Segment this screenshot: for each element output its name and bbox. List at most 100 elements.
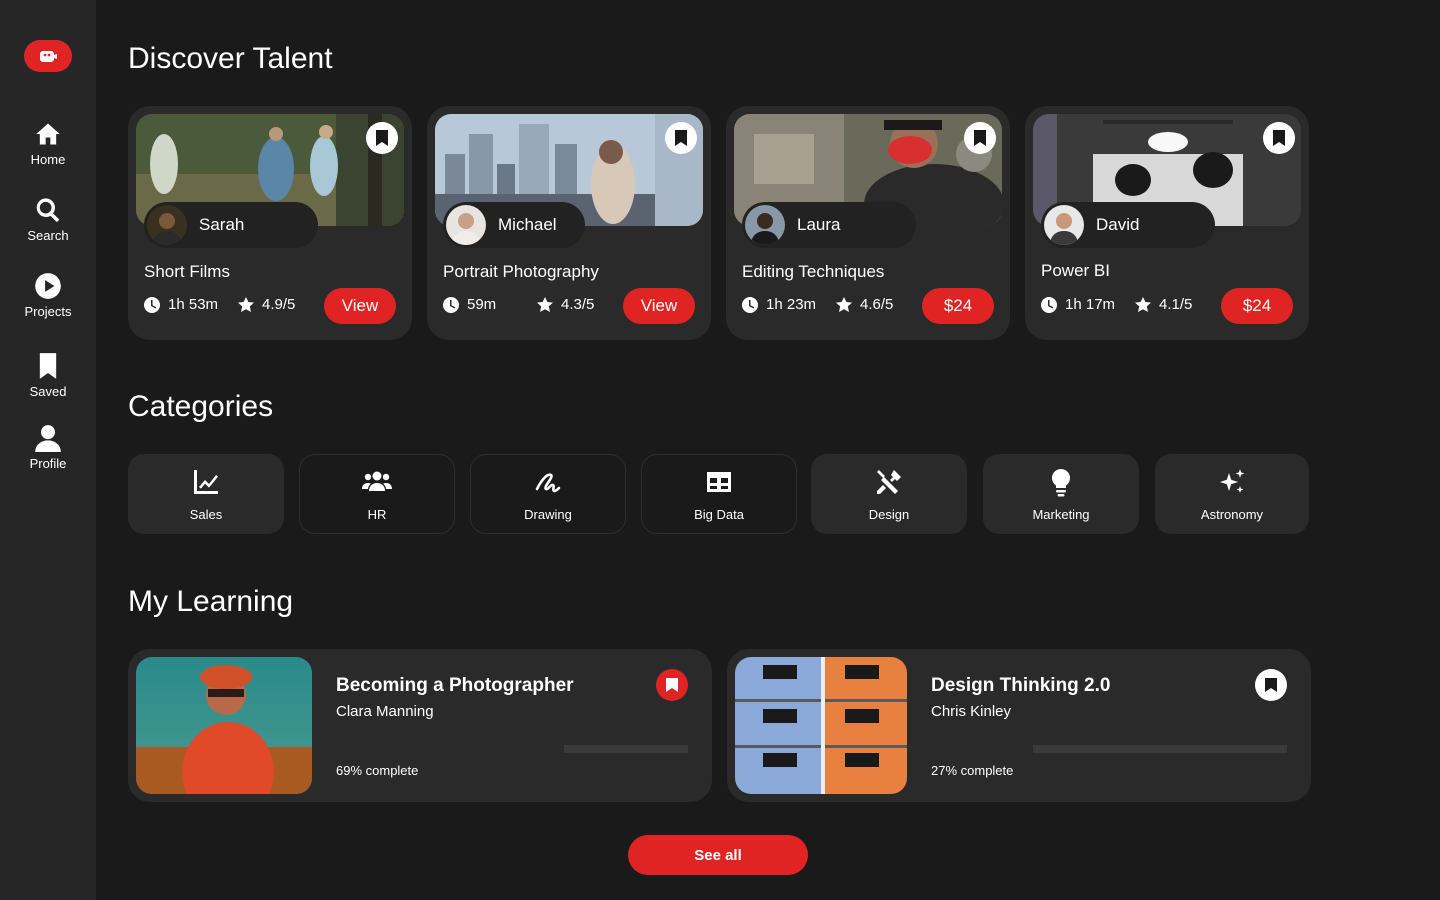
clock-icon (144, 296, 160, 313)
progress-text: 27% complete (931, 763, 1014, 778)
card-title: Portrait Photography (443, 262, 599, 281)
course-title: Design Thinking 2.0 (931, 675, 1111, 696)
author-pill[interactable]: Michael (443, 202, 585, 248)
section-title-discover: Discover Talent (128, 42, 333, 75)
search-icon (36, 198, 60, 223)
author-pill[interactable]: Laura (742, 202, 916, 248)
star-icon (537, 296, 553, 312)
category-design[interactable]: Design (811, 454, 967, 534)
rating-text: 4.6/5 (860, 296, 894, 313)
progress-text: 69% complete (336, 763, 419, 778)
avatar (745, 205, 785, 245)
logo[interactable] (24, 40, 72, 72)
rating-text: 4.9/5 (262, 296, 296, 313)
progress-fill (564, 745, 650, 753)
view-button[interactable]: View (623, 288, 695, 324)
progress-bar (1033, 745, 1287, 753)
talent-card[interactable]: Michael Portrait Photography 59m 4.3/5 V… (427, 106, 711, 340)
rating: 4.6/5 (836, 296, 893, 313)
bookmark-button[interactable] (366, 122, 398, 154)
duration-text: 1h 17m (1065, 296, 1116, 313)
category-label: Big Data (694, 506, 744, 522)
sidebar-item-label: Search (27, 228, 69, 243)
sidebar-item-projects[interactable]: Projects (0, 272, 96, 336)
lightbulb-icon (1051, 468, 1071, 496)
course-author: Clara Manning (336, 703, 434, 720)
card-title: Power BI (1041, 261, 1110, 280)
duration-text: 1h 23m (766, 296, 817, 313)
bookmark-button[interactable] (665, 122, 697, 154)
category-label: Marketing (1032, 506, 1090, 522)
category-sales[interactable]: Sales (128, 454, 284, 534)
rating-text: 4.1/5 (1159, 296, 1193, 313)
avatar (147, 205, 187, 245)
film-reel-icon (40, 51, 57, 62)
category-marketing[interactable]: Marketing (983, 454, 1139, 534)
sidebar-item-label: Profile (29, 456, 67, 471)
duration-text: 59m (467, 296, 497, 313)
learning-card[interactable]: Design Thinking 2.0 Chris Kinley 27% com… (727, 649, 1311, 802)
bookmark-icon (666, 678, 678, 692)
sidebar-item-profile[interactable]: Profile (0, 424, 96, 488)
price-button[interactable]: $24 (1221, 288, 1293, 324)
table-icon (707, 471, 731, 492)
bookmark-button[interactable] (1255, 669, 1287, 701)
rating: 4.3/5 (537, 296, 594, 313)
user-icon (35, 425, 61, 452)
see-all-button[interactable]: See all (628, 835, 808, 875)
clock-icon (742, 296, 758, 313)
section-title-categories: Categories (128, 390, 274, 423)
category-hr[interactable]: HR (299, 454, 455, 534)
sidebar-item-saved[interactable]: Saved (0, 352, 96, 416)
app: Home Search Projects Saved Profile Disco… (0, 0, 1440, 900)
bookmark-button[interactable] (656, 669, 688, 701)
category-label: Astronomy (1200, 506, 1264, 522)
sidebar-item-label: Home (30, 152, 66, 167)
play-icon (35, 273, 61, 299)
sidebar-item-label: Saved (29, 384, 67, 399)
sidebar-item-search[interactable]: Search (0, 196, 96, 260)
category-label: Design (868, 506, 910, 522)
category-astronomy[interactable]: Astronomy (1155, 454, 1309, 534)
talent-card[interactable]: David Power BI 1h 17m 4.1/5 $24 (1025, 106, 1309, 340)
card-title: Short Films (144, 262, 230, 281)
course-image (735, 657, 907, 794)
talent-card[interactable]: Sarah Short Films 1h 53m 4.9/5 View (128, 106, 412, 340)
sidebar-item-home[interactable]: Home (0, 120, 96, 184)
progress-fill (1033, 745, 1102, 753)
bookmark-button[interactable] (964, 122, 996, 154)
star-icon (1135, 296, 1151, 312)
bookmark-icon (675, 130, 687, 146)
course-author: Chris Kinley (931, 703, 1012, 720)
star-icon (238, 296, 254, 312)
duration: 1h 17m (1041, 296, 1115, 313)
chart-line-icon (194, 469, 218, 494)
users-icon (362, 471, 392, 491)
category-big-data[interactable]: Big Data (641, 454, 797, 534)
sidebar: Home Search Projects Saved Profile (0, 0, 96, 900)
duration: 59m (443, 296, 496, 313)
bookmark-icon (1273, 130, 1285, 146)
talent-card[interactable]: Laura Editing Techniques 1h 23m 4.6/5 $2… (726, 106, 1010, 340)
clock-icon (443, 296, 459, 313)
price-button[interactable]: $24 (922, 288, 994, 324)
view-button[interactable]: View (324, 288, 396, 324)
category-label: Sales (189, 506, 223, 522)
duration: 1h 23m (742, 296, 816, 313)
bookmark-icon (974, 130, 986, 146)
learning-card[interactable]: Becoming a Photographer Clara Manning 69… (128, 649, 712, 802)
category-label: HR (367, 506, 387, 522)
section-title-learning: My Learning (128, 585, 294, 618)
avatar (1044, 205, 1084, 245)
home-icon (36, 123, 60, 145)
author-pill[interactable]: David (1041, 202, 1215, 248)
progress-bar (564, 745, 688, 753)
author-pill[interactable]: Sarah (144, 202, 318, 248)
rating: 4.9/5 (238, 296, 295, 313)
bookmark-button[interactable] (1263, 122, 1295, 154)
category-label: Drawing (524, 506, 572, 522)
sparkles-icon (1220, 468, 1245, 493)
category-drawing[interactable]: Drawing (470, 454, 626, 534)
author-name: Sarah (199, 215, 245, 234)
tools-icon (877, 469, 901, 494)
